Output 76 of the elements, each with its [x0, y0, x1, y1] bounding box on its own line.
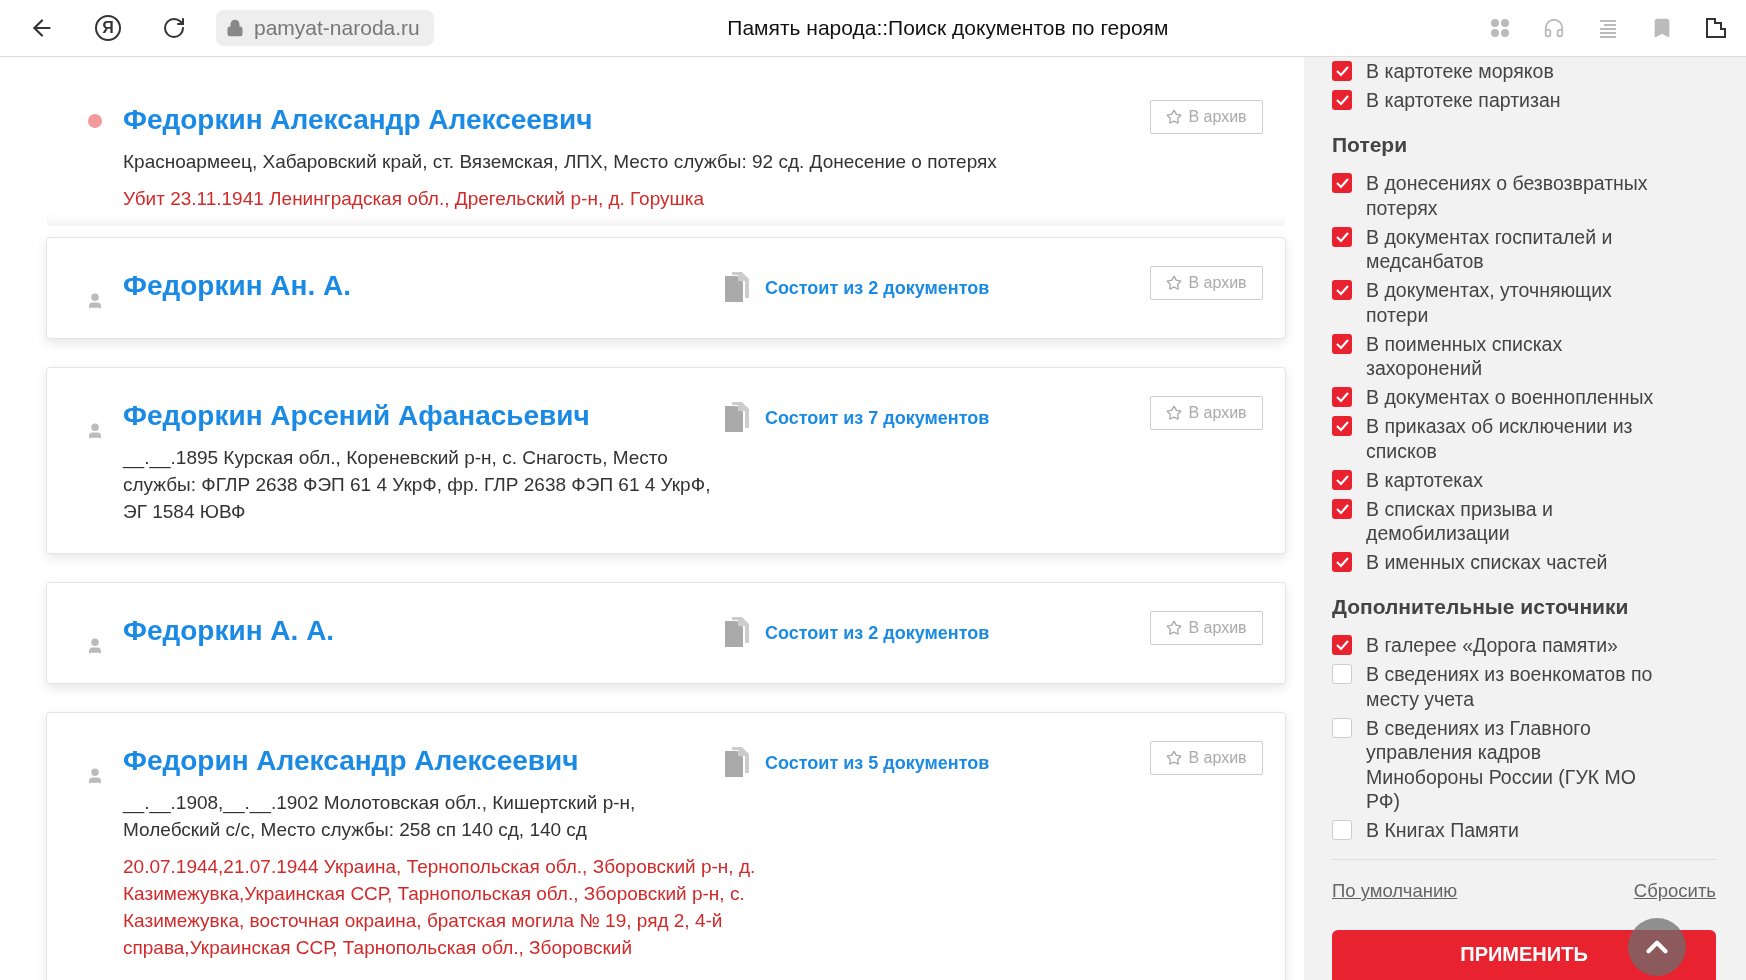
- checkbox[interactable]: [1332, 635, 1352, 655]
- check-icon: [1335, 556, 1349, 568]
- check-icon: [1335, 337, 1349, 350]
- lock-icon: [226, 19, 244, 37]
- person-icon: [86, 637, 104, 655]
- check-icon: [1335, 230, 1349, 243]
- checkbox[interactable]: [1332, 173, 1352, 193]
- person-name-link[interactable]: Федорин Александр Алексеевич: [123, 741, 723, 781]
- checkbox-label[interactable]: В именных списках частей: [1366, 550, 1656, 575]
- star-icon: [1166, 109, 1183, 125]
- checkbox-label[interactable]: В картотеке моряков: [1366, 59, 1656, 84]
- status-dot: [88, 114, 102, 128]
- star-icon: [1166, 750, 1183, 766]
- check-icon: [1335, 639, 1349, 651]
- documents-link[interactable]: Состоит из 2 документов: [765, 623, 990, 644]
- section-heading: Потери: [1332, 133, 1409, 157]
- checkbox[interactable]: [1332, 280, 1352, 300]
- checkbox-label[interactable]: В списках призыва и демобилизации: [1366, 496, 1656, 546]
- check-icon: [1335, 420, 1349, 432]
- checkbox[interactable]: [1332, 552, 1352, 572]
- checkbox[interactable]: [1332, 387, 1352, 407]
- person-name-link[interactable]: Федоркин Александр Алексеевич: [123, 100, 1123, 140]
- person-icon: [86, 422, 104, 440]
- checkbox-label[interactable]: В картотеке партизан: [1366, 88, 1656, 113]
- checkbox-label[interactable]: В сведениях из Главного управления кадров Минобороны России (ГУК МО РФ): [1366, 715, 1656, 814]
- check-icon: [1335, 65, 1349, 77]
- section-heading: Дополнительные источники: [1332, 595, 1630, 619]
- person-details: __.__.1908,__.__.1902 Молотовская обл., Кишертский р-н, Молебский с/с, Место службы: 258 сп 140 сд, 140 сд: [123, 791, 637, 842]
- page-title: Память народа::Поиск документов по героям: [726, 16, 1170, 40]
- checkbox[interactable]: [1332, 90, 1352, 110]
- person-name-link[interactable]: Федоркин Ан. А.: [123, 266, 723, 306]
- checkbox[interactable]: [1332, 416, 1352, 436]
- address-bar[interactable]: pamyat-naroda.ru: [216, 10, 434, 46]
- documents-link[interactable]: Состоит из 7 документов: [765, 408, 990, 429]
- checkbox-label[interactable]: В документах госпиталей и медсанбатов: [1366, 224, 1656, 274]
- person-details: __.__.1895 Курская обл., Кореневский р-н, с. Снагость, Место службы: ФГЛР 2638 ФЭП 61 4 УкрФ, фр. ГЛР 2638 ФЭП 61 4 УкрФ, ЭГ 1584 ЮВФ: [123, 446, 712, 524]
- person-details: Красноармеец, Хабаровский край, ст. Вяземская, ЛПХ, Место службы: 92 сд. Донесение о потерях: [123, 150, 998, 174]
- checkbox-label[interactable]: В картотеках: [1366, 467, 1656, 492]
- checkbox[interactable]: [1332, 61, 1352, 81]
- checkbox-label[interactable]: В сведениях из военкоматов по месту учета: [1366, 662, 1656, 711]
- documents-link[interactable]: Состоит из 5 документов: [765, 753, 990, 774]
- scroll-top-button[interactable]: [1628, 918, 1686, 976]
- star-icon: [1166, 275, 1183, 291]
- checkbox-label[interactable]: В документах о военнопленных: [1366, 385, 1656, 410]
- checkbox[interactable]: [1332, 717, 1352, 738]
- person-icon: [86, 767, 104, 785]
- checkbox[interactable]: [1332, 664, 1352, 684]
- check-icon: [1335, 94, 1349, 106]
- documents-link[interactable]: Состоит из 2 документов: [765, 278, 990, 299]
- person-name-link[interactable]: Федоркин Арсений Афанасьевич: [123, 396, 723, 436]
- person-icon: [86, 292, 104, 310]
- checkbox-label[interactable]: В документах, уточняющих потери: [1366, 278, 1656, 327]
- star-icon: [1166, 405, 1183, 421]
- checkbox-label[interactable]: В донесениях о безвозвратных потерях: [1366, 171, 1656, 220]
- check-icon: [1335, 473, 1349, 486]
- checkbox[interactable]: [1332, 469, 1352, 490]
- checkbox[interactable]: [1332, 333, 1352, 354]
- checkbox-label[interactable]: В Книгах Памяти: [1366, 818, 1656, 843]
- checkbox-label[interactable]: В приказах об исключении из списков: [1366, 414, 1656, 463]
- browser-logo[interactable]: Я: [84, 8, 132, 48]
- checkbox-label[interactable]: В поименных списках захоронений: [1366, 331, 1656, 381]
- person-name-link[interactable]: Федоркин А. А.: [123, 611, 723, 651]
- star-icon: [1166, 620, 1183, 636]
- checkbox[interactable]: [1332, 226, 1352, 247]
- fate-details: Убит 23.11.1941 Ленинградская обл., Дрегельский р-н, д. Горушка: [123, 187, 706, 211]
- check-icon: [1335, 177, 1349, 189]
- checkbox-label[interactable]: В галерее «Дорога памяти»: [1366, 633, 1656, 658]
- check-icon: [1335, 502, 1349, 515]
- checkbox[interactable]: [1332, 820, 1352, 840]
- default-link[interactable]: По умолчанию: [1332, 879, 1458, 902]
- fate-details: 20.07.1944,21.07.1944 Украина, Тернопольская обл., Зборовский р-н, д. Казимежувка,Украинская ССР, Тарнопольская обл., Зборовский р-н, с. Казимежувка, восточная окраина, братская могила № 19, ряд 2, 4-й справа,Украинская ССР, Тарнопольская обл., Зборовский: [123, 855, 757, 960]
- checkbox[interactable]: [1332, 498, 1352, 519]
- reset-link[interactable]: Сбросить: [1633, 879, 1716, 902]
- reload-icon: [162, 16, 186, 40]
- check-icon: [1335, 391, 1349, 403]
- check-icon: [1335, 284, 1349, 296]
